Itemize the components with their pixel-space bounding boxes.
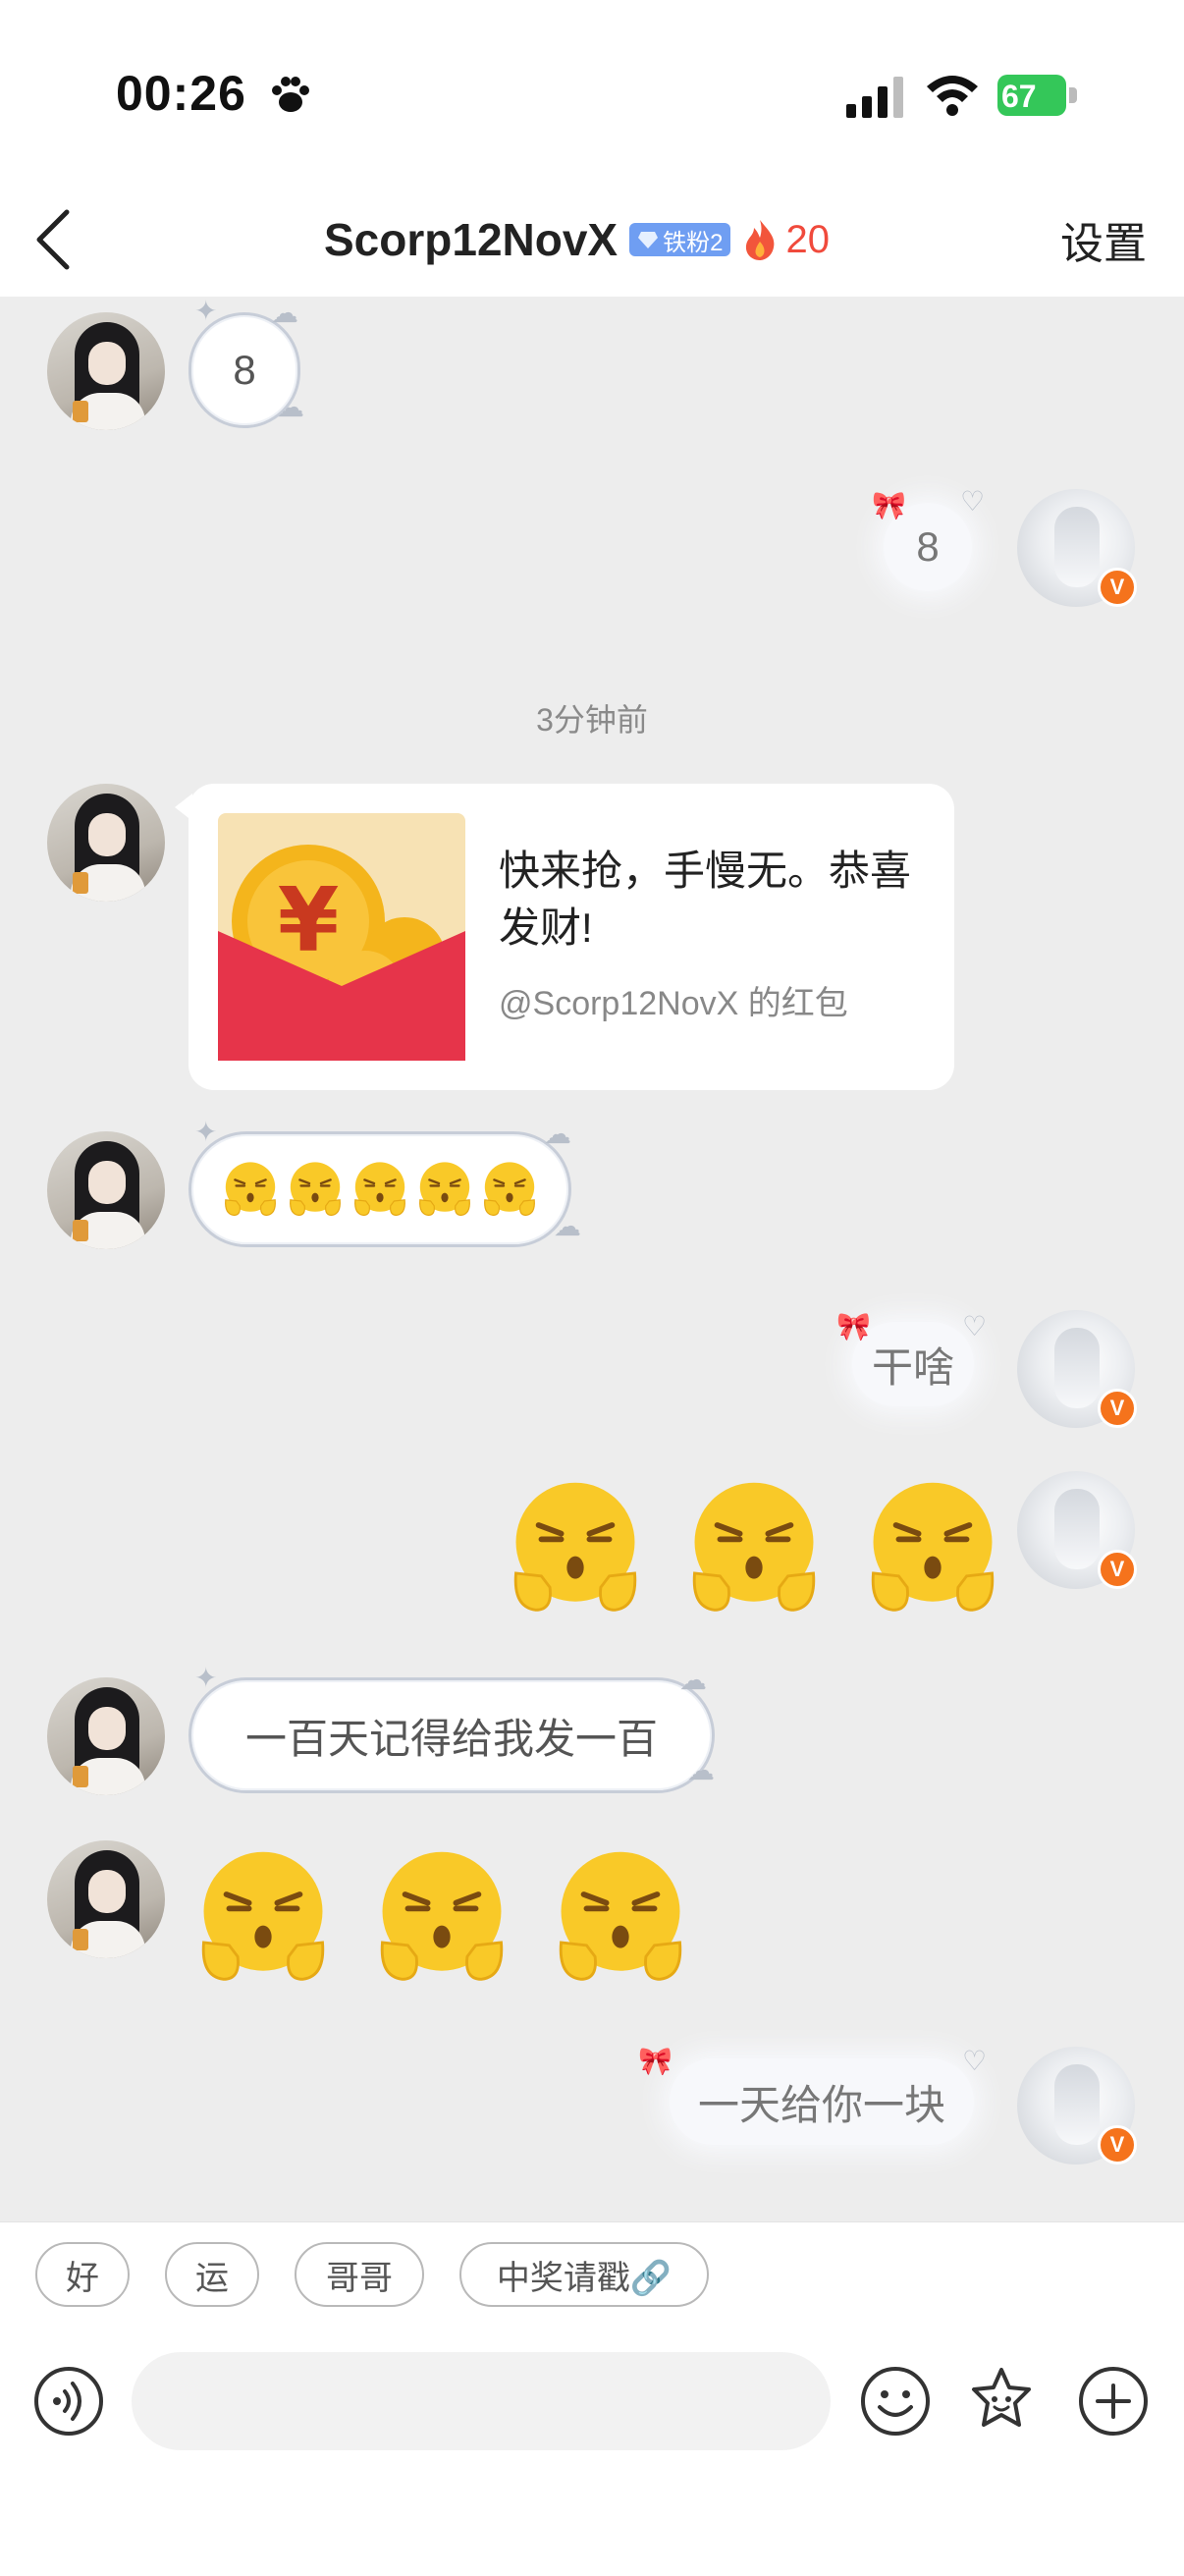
cloud-decoration-icon: ☁ [554,1211,581,1241]
status-time: 00:26 [116,66,246,121]
wifi-icon [927,76,978,116]
smug-face-emoji-icon [513,1482,637,1612]
heart-decoration-icon: ♡ [962,2046,988,2076]
sparkle-decoration-icon: ✦ [194,1663,218,1693]
verified-v-badge: V [1098,2125,1137,2165]
chat-title: Scorp12NovX [324,214,619,265]
quick-reply-chip[interactable]: 哥哥 [295,2242,424,2307]
ghost-decoration-icon: ☁ [679,1665,707,1695]
paw-icon [272,77,309,112]
input-area: 好 运 哥哥 中奖请戳🔗 [0,2221,1184,2576]
sticker-icon[interactable] [964,2364,1039,2439]
quick-reply-chip[interactable]: 运 [165,2242,259,2307]
smug-face-emoji-icon [290,1162,341,1217]
verified-v-badge: V [1098,568,1137,607]
voice-icon[interactable] [31,2364,106,2439]
received-emoji-bubble[interactable] [188,1131,571,1247]
sparkle-decoration-icon: ✦ [194,1117,218,1147]
fire-icon [746,220,775,260]
message-text: 干啥 [871,1343,954,1391]
heart-decoration-icon: ♡ [962,1311,988,1342]
message-text: 8 [916,523,940,570]
ribbon-decoration-icon: 🎀 [872,490,906,521]
message-text: 一天给你一块 [697,2081,945,2128]
plus-icon[interactable] [1076,2364,1151,2439]
red-packet-title: 快来抢，手慢无。恭喜发财! [499,848,912,951]
contact-avatar[interactable] [47,1677,165,1795]
settings-button[interactable]: 设置 [1060,208,1147,271]
contact-avatar[interactable] [47,1840,165,1958]
cloud-decoration-icon: ☁ [687,1755,715,1785]
battery-indicator: 67 [997,75,1080,118]
streak-count: 20 [785,217,830,261]
chat-header: Scorp12NovX 铁粉2 20 设置 [0,187,1184,297]
sent-message-bubble[interactable]: 一天给你一块 [670,2058,974,2145]
contact-avatar[interactable] [47,784,165,902]
battery-cap [1069,87,1077,103]
time-divider: 3分钟前 [536,702,648,738]
emoji-row [221,1160,539,1219]
emoji-icon[interactable] [858,2364,933,2439]
chat-title-group[interactable]: Scorp12NovX 铁粉2 20 [324,204,830,275]
red-packet-subtitle: @Scorp12NovX 的红包 [499,985,848,1022]
cloud-decoration-icon: ☁ [277,392,304,422]
smug-face-emoji-icon [380,1851,504,1981]
heart-decoration-icon: ♡ [960,486,986,517]
contact-avatar[interactable] [47,312,165,430]
verified-v-badge: V [1098,1389,1137,1428]
contact-avatar[interactable] [47,1131,165,1249]
sparkle-decoration-icon: ✦ [194,296,218,326]
status-bar: 00:26 67 [0,0,1184,187]
svg-text:¥: ¥ [278,869,340,972]
smug-face-emoji-icon [225,1162,276,1217]
quick-reply-chip[interactable]: 中奖请戳🔗 [459,2242,709,2307]
diamond-icon [638,232,659,248]
ghost-decoration-icon: ☁ [544,1119,571,1149]
back-arrow-icon[interactable] [29,204,81,275]
verified-v-badge: V [1098,1550,1137,1589]
ribbon-decoration-icon: 🎀 [836,1311,871,1342]
message-input[interactable] [132,2352,831,2450]
fan-level-badge: 铁粉2 [629,223,731,256]
smug-face-emoji-icon [419,1162,470,1217]
battery-percent: 67 [1001,79,1037,114]
smug-face-emoji-icon [559,1851,682,1981]
cellular-signal-icon [846,77,903,118]
received-message-bubble[interactable]: 一百天记得给我发一百 [188,1677,715,1793]
smug-face-emoji-icon [871,1482,995,1612]
message-text: 8 [233,347,256,393]
red-packet-icon: ¥ [218,813,465,1061]
smug-face-emoji-icon [354,1162,405,1217]
quick-reply-chip[interactable]: 好 [35,2242,130,2307]
ghost-decoration-icon: ☁ [271,298,298,328]
smug-face-emoji-icon [484,1162,535,1217]
message-text: 一百天记得给我发一百 [244,1715,658,1762]
red-packet-card[interactable]: ¥ 快来抢，手慢无。恭喜发财! @Scorp12NovX 的红包 [175,784,954,1090]
sent-emoji-message[interactable] [505,1477,1003,1618]
smug-face-emoji-icon [692,1482,816,1612]
received-emoji-message[interactable] [192,1846,691,1988]
ribbon-decoration-icon: 🎀 [638,2046,673,2076]
fan-level-label: 铁粉2 [663,229,724,256]
smug-face-emoji-icon [201,1851,325,1981]
